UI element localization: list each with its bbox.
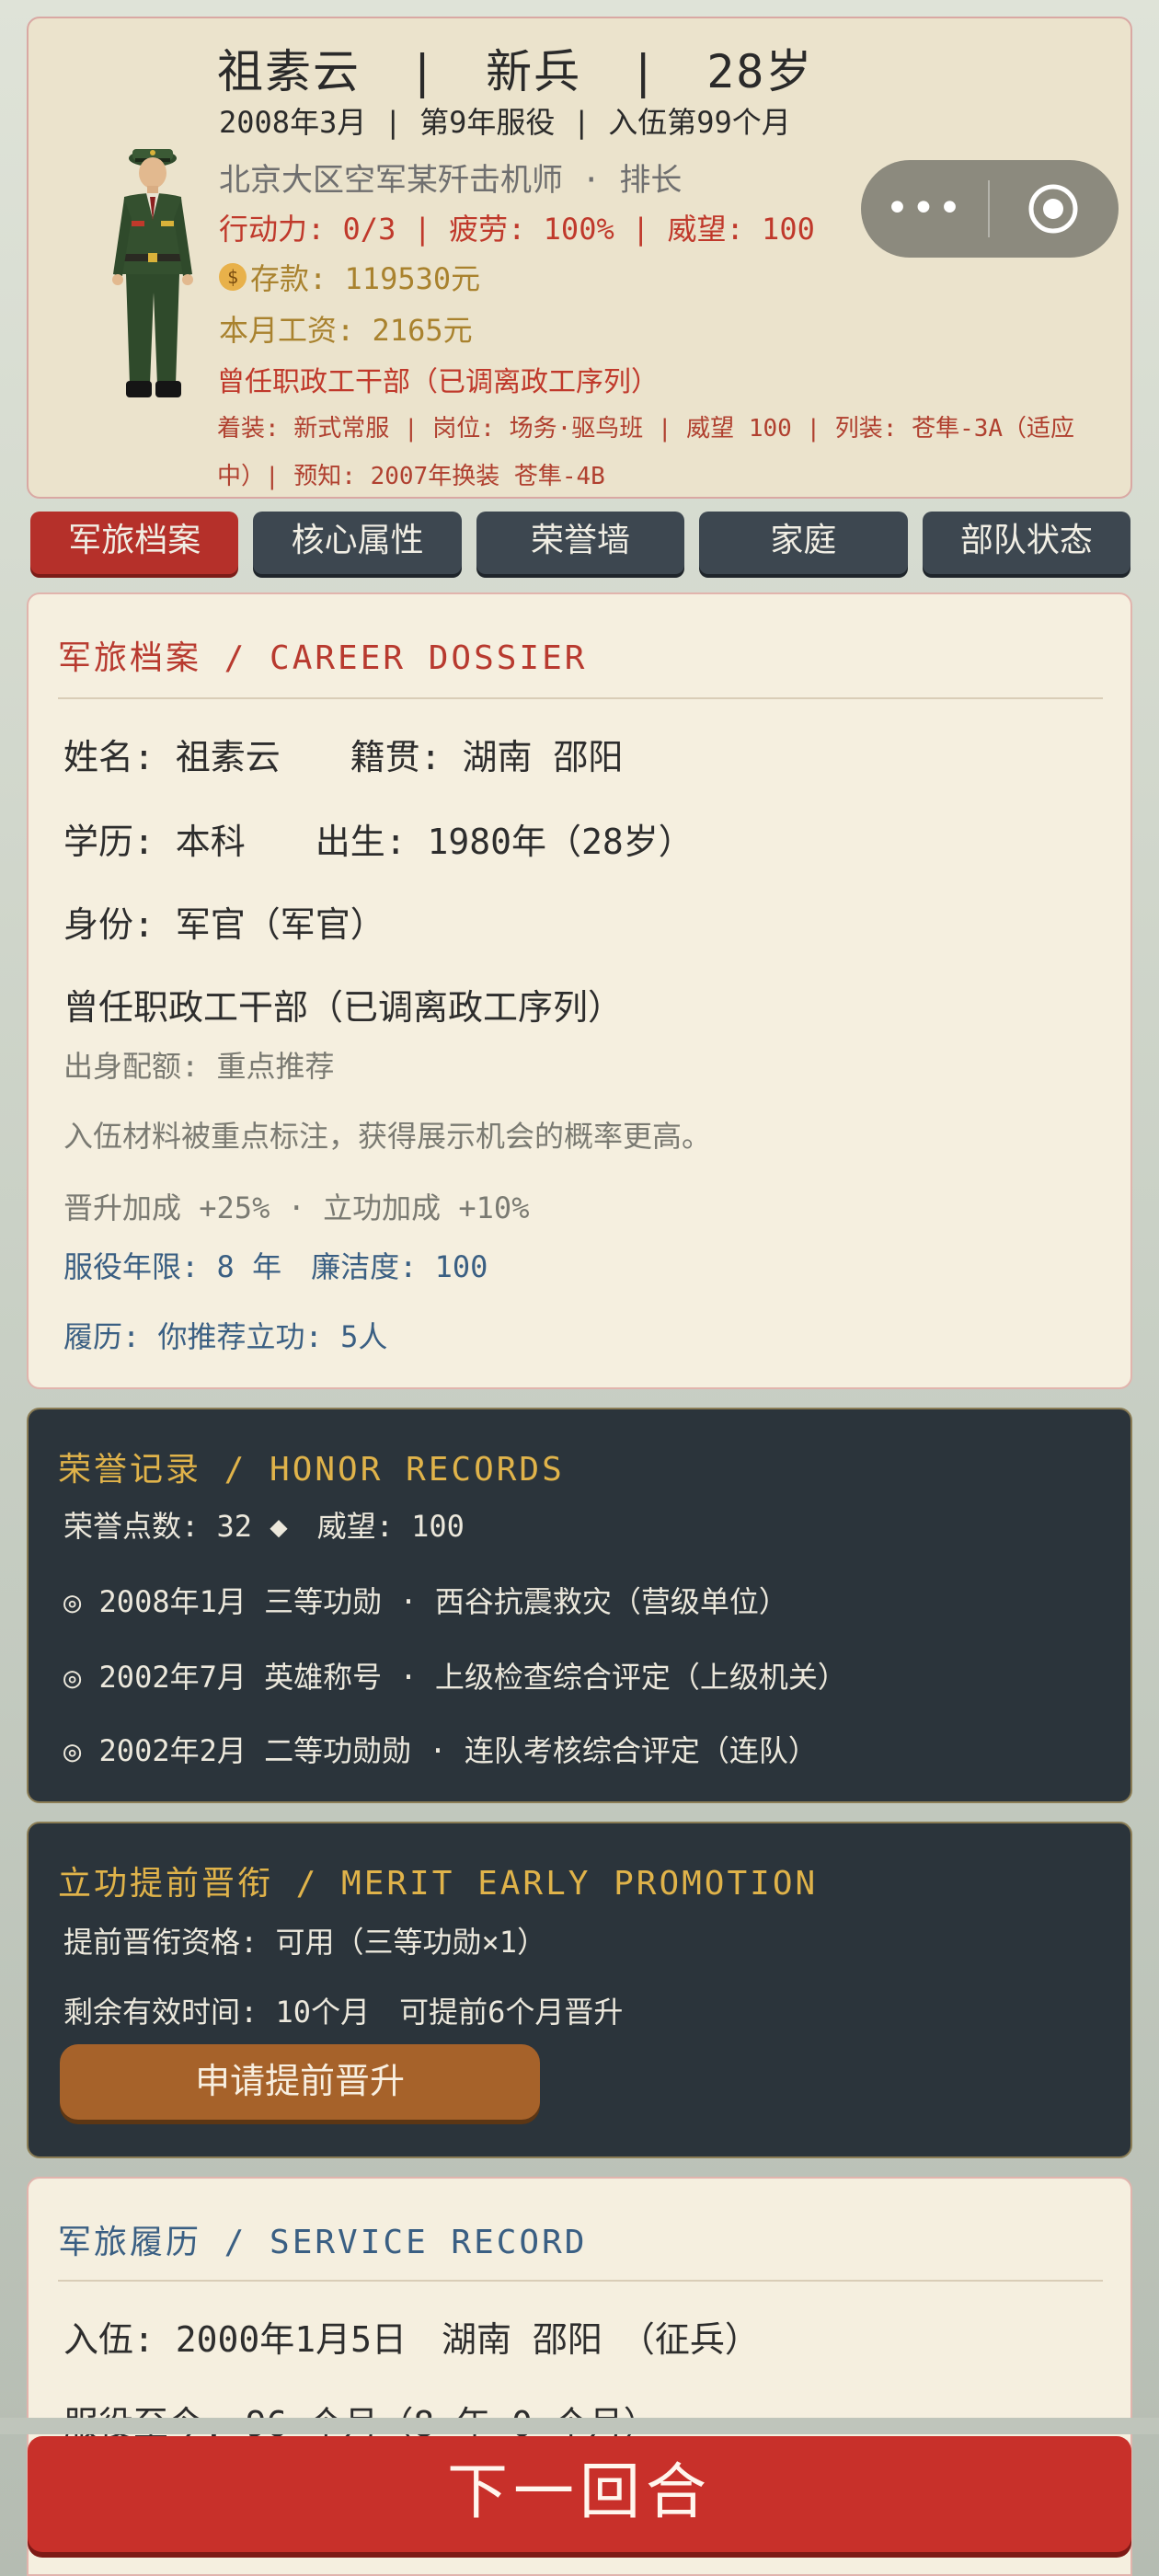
promotion-eligibility: 提前晋衔资格: 可用（三等功勋×1）: [63, 1925, 547, 1960]
honor-item: ◎ 2008年1月 三等功勋 · 西谷抗震救灾（营级单位）: [63, 1584, 788, 1619]
enlist-record: 入伍: 2000年1月5日 湖南 邵阳 （征兵）: [63, 2319, 760, 2360]
former-cadre-note: 曾任职政工干部（已调离政工序列）: [217, 366, 659, 398]
career-dossier-card: 军旅档案 / CAREER DOSSIER 姓名: 祖素云 籍贯: 湖南 邵阳 …: [27, 592, 1132, 1389]
service-title: 军旅履历 / SERVICE RECORD: [58, 2224, 588, 2261]
bottom-mask: [0, 2418, 1159, 2434]
target-icon[interactable]: [990, 160, 1117, 258]
date-service-line: 2008年3月 | 第9年服役 | 入伍第99个月: [219, 105, 791, 140]
next-turn-button[interactable]: 下一回合: [28, 2436, 1131, 2552]
dossier-divider: [58, 697, 1103, 699]
tab-bar: 军旅档案 核心属性 荣誉墙 家庭 部队状态: [30, 512, 1131, 574]
unit-position: 北京大区空军某歼击机师 · 排长: [219, 162, 683, 199]
action-fatigue-prestige: 行动力: 0/3 | 疲劳: 100% | 威望: 100: [219, 212, 815, 247]
honor-item: ◎ 2002年2月 二等功勋勋 · 连队考核综合评定（连队）: [63, 1733, 818, 1768]
apply-early-promotion-button[interactable]: 申请提前晋升: [60, 2044, 540, 2120]
money-bag-icon: $: [219, 263, 247, 291]
more-options-icon[interactable]: •••: [861, 160, 988, 258]
tab-core-attributes[interactable]: 核心属性: [253, 512, 462, 574]
monthly-salary: 本月工资: 2165元: [219, 313, 473, 348]
service-divider: [58, 2280, 1103, 2282]
soldier-avatar: [112, 149, 193, 397]
identity: 身份: 军官（军官）: [63, 904, 385, 945]
honor-summary: 荣誉点数: 32 ◆ 威望: 100: [63, 1509, 465, 1544]
resume: 履历: 你推荐立功: 5人: [63, 1319, 388, 1354]
game-screen: 祖素云 | 新兵 | 28岁 2008年3月 | 第9年服役 | 入伍第99个月…: [0, 0, 1159, 2576]
promotion-bonus: 晋升加成 +25% · 立功加成 +10%: [63, 1190, 530, 1225]
player-name-rank-age: 祖素云 | 新兵 | 28岁: [217, 45, 814, 98]
merit-title: 立功提前晋衔 / MERIT EARLY PROMOTION: [58, 1865, 819, 1903]
savings: $ 存款: 119530元: [219, 256, 480, 298]
tab-career-dossier[interactable]: 军旅档案: [30, 512, 239, 574]
remaining-time: 剩余有效时间: 10个月 可提前6个月晋升: [63, 1995, 624, 2030]
dossier-title: 军旅档案 / CAREER DOSSIER: [58, 639, 588, 677]
menu-capsule: •••: [861, 160, 1119, 258]
honor-records-card: 荣誉记录 / HONOR RECORDS 荣誉点数: 32 ◆ 威望: 100 …: [27, 1408, 1132, 1803]
origin-quota: 出身配额: 重点推荐: [63, 1049, 335, 1084]
equipment-detail: 着装: 新式常服 | 岗位: 场务·驱鸟班 | 威望 100 | 列装: 苍隼-…: [217, 415, 1075, 490]
honor-item: ◎ 2002年7月 英雄称号 · 上级检查综合评定（上级机关）: [63, 1660, 847, 1695]
tab-honor-wall[interactable]: 荣誉墙: [476, 512, 685, 574]
service-integrity: 服役年限: 8 年 廉洁度: 100: [63, 1249, 488, 1284]
name-origin: 姓名: 祖素云 籍贯: 湖南 邵阳: [63, 737, 624, 777]
former-cadre: 曾任职政工干部（已调离政工序列）: [63, 987, 624, 1028]
tab-family[interactable]: 家庭: [699, 512, 908, 574]
savings-label: 存款: 119530元: [250, 261, 481, 296]
tab-unit-status[interactable]: 部队状态: [922, 512, 1131, 574]
merit-promotion-card: 立功提前晋衔 / MERIT EARLY PROMOTION 提前晋衔资格: 可…: [27, 1822, 1132, 2158]
quota-description: 入伍材料被重点标注，获得展示机会的概率更高。: [63, 1119, 712, 1154]
profile-card: 祖素云 | 新兵 | 28岁 2008年3月 | 第9年服役 | 入伍第99个月…: [27, 17, 1132, 499]
education-birth: 学历: 本科 出生: 1980年（28岁）: [63, 822, 694, 862]
honor-title: 荣誉记录 / HONOR RECORDS: [58, 1451, 565, 1489]
